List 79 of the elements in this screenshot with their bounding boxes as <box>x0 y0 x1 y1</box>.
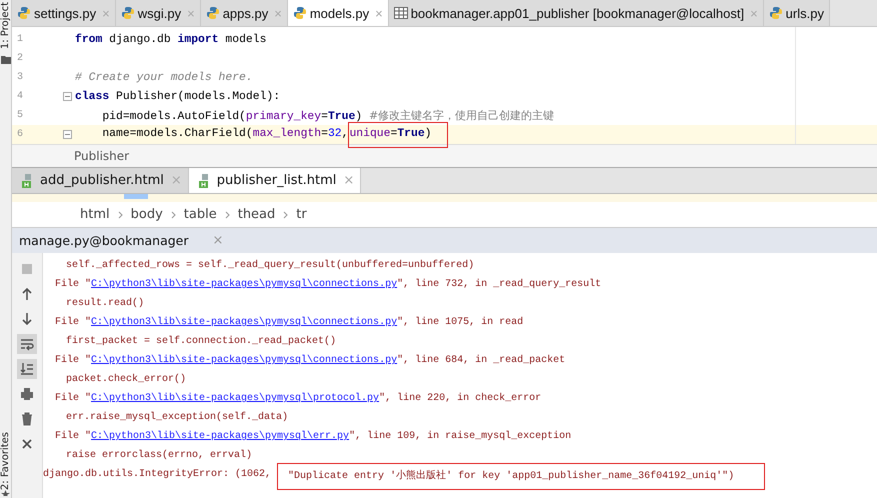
file-path-link[interactable]: C:\python3\lib\site-packages\pymysql\protocol.py <box>91 393 380 404</box>
console-line: File "C:\python3\lib\site-packages\pymysql\connections.py", line 732, in _read_query_result <box>55 278 602 292</box>
file-path-link[interactable]: C:\python3\lib\site-packages\pymysql\connections.py <box>91 355 398 366</box>
soft-wrap-button[interactable] <box>17 334 37 354</box>
breadcrumb-item[interactable]: table <box>184 207 217 222</box>
star-icon <box>1 490 10 496</box>
stop-icon <box>20 262 34 276</box>
run-tab-title[interactable]: manage.py@bookmanager <box>19 233 189 248</box>
chevron-icon <box>224 210 230 218</box>
console-line: result.read() <box>65 296 146 311</box>
fold-marker-icon[interactable] <box>63 92 72 101</box>
breadcrumb-item[interactable]: tr <box>296 207 307 222</box>
python-file-icon <box>292 6 307 20</box>
fold-marker-icon[interactable] <box>63 130 72 139</box>
soft-wrap-icon <box>20 337 34 351</box>
editor-tab[interactable]: bookmanager.app01_publisher [bookmanager@localhost] × <box>388 0 764 26</box>
console-line: self._affected_rows = self._read_query_result(unbuffered=unbuffered) <box>65 258 476 273</box>
scroll-to-end-button[interactable] <box>17 359 37 379</box>
breadcrumb-item[interactable]: Publisher <box>74 149 130 163</box>
console-line: File "C:\python3\lib\site-packages\pymysql\connections.py", line 1075, in read <box>55 316 524 330</box>
editor-tab[interactable]: models.py × <box>288 0 389 26</box>
console-line: packet.check_error() <box>65 372 188 387</box>
code-line: name=models.CharField(max_length=32,unique=True) <box>75 122 448 148</box>
up-arrow-icon <box>20 287 34 301</box>
tab-label: wsgi.py <box>138 6 182 20</box>
editor-tab[interactable]: settings.py × <box>12 0 116 26</box>
line-number: 3 <box>16 72 24 83</box>
chevron-icon <box>283 210 288 218</box>
editor-tab[interactable]: publisher_list.html × <box>188 168 362 193</box>
code-line: # Create your models here. <box>75 72 253 84</box>
editor-tab[interactable]: add_publisher.html × <box>12 168 189 193</box>
highlight-box: unique=True) <box>348 122 448 148</box>
tab-label: settings.py <box>34 6 96 20</box>
favorites-tool-button[interactable]: 2: Favorites <box>0 432 11 490</box>
editor-tab[interactable]: urls.py <box>764 0 830 26</box>
highlight-mark <box>124 194 148 199</box>
down-arrow-icon <box>20 312 34 326</box>
highlight-box: "Duplicate entry '小熊出版社' for key 'app01_publisher_name_36f04192_uniq'") <box>277 463 766 490</box>
code-line: from django.db import models <box>75 34 266 46</box>
console-line: raise errorclass(errno, errval) <box>65 448 254 463</box>
breadcrumb-item[interactable]: thead <box>238 207 276 222</box>
breadcrumb-item[interactable]: body <box>130 207 163 222</box>
code-line: pid=models.AutoField(primary_key=True) #修改主键名字，使用自己创建的主键 <box>101 108 554 123</box>
code-line: class Publisher(models.Model): <box>75 90 280 102</box>
folder-icon <box>0 55 10 64</box>
line-number: 1 <box>16 34 24 45</box>
editor-tab[interactable]: apps.py × <box>200 0 288 26</box>
python-file-icon <box>206 6 220 20</box>
console-line: File "C:\python3\lib\site-packages\pymysql\connections.py", line 684, in _read_packet <box>55 354 566 368</box>
table-icon <box>394 7 408 19</box>
file-path-link[interactable]: C:\python3\lib\site-packages\pymysql\connections.py <box>91 279 398 290</box>
error-text: django.db.utils.IntegrityError: (1062, <box>43 469 272 480</box>
trash-icon <box>20 412 34 426</box>
tab-label: models.py <box>310 6 370 20</box>
file-path-link[interactable]: C:\python3\lib\site-packages\pymysql\connections.py <box>91 317 398 328</box>
chevron-icon <box>118 210 123 218</box>
project-tool-button[interactable]: 1: Project <box>0 2 11 50</box>
scroll-to-end-icon <box>20 362 34 376</box>
breadcrumb-item[interactable]: html <box>80 207 110 222</box>
line-number: 2 <box>16 53 24 64</box>
tab-label: bookmanager.app01_publisher [bookmanager@localhost] <box>410 6 744 20</box>
python-file-icon <box>120 6 135 20</box>
python-file-icon <box>17 6 31 20</box>
tab-label: urls.py <box>786 6 824 20</box>
chevron-icon <box>170 210 176 218</box>
tab-label: publisher_list.html <box>216 173 336 188</box>
console-line: File "C:\python3\lib\site-packages\pymysql\err.py", line 109, in raise_mysql_exception <box>55 430 572 444</box>
file-path-link[interactable]: C:\python3\lib\site-packages\pymysql\err.py <box>91 431 350 442</box>
python-file-icon <box>768 6 783 20</box>
line-number: 6 <box>16 129 24 140</box>
console-line: first_packet = self.connection._read_packet() <box>65 334 338 349</box>
editor-tab[interactable]: wsgi.py × <box>116 0 201 26</box>
line-number: 5 <box>16 110 24 121</box>
tab-label: add_publisher.html <box>40 173 164 188</box>
close-icon <box>20 437 34 451</box>
tab-label: apps.py <box>222 6 268 20</box>
console-line: err.raise_mysql_exception(self._data) <box>65 410 290 425</box>
line-number: 4 <box>16 91 24 102</box>
console-line: File "C:\python3\lib\site-packages\pymysql\protocol.py", line 220, in check_error <box>55 392 542 406</box>
